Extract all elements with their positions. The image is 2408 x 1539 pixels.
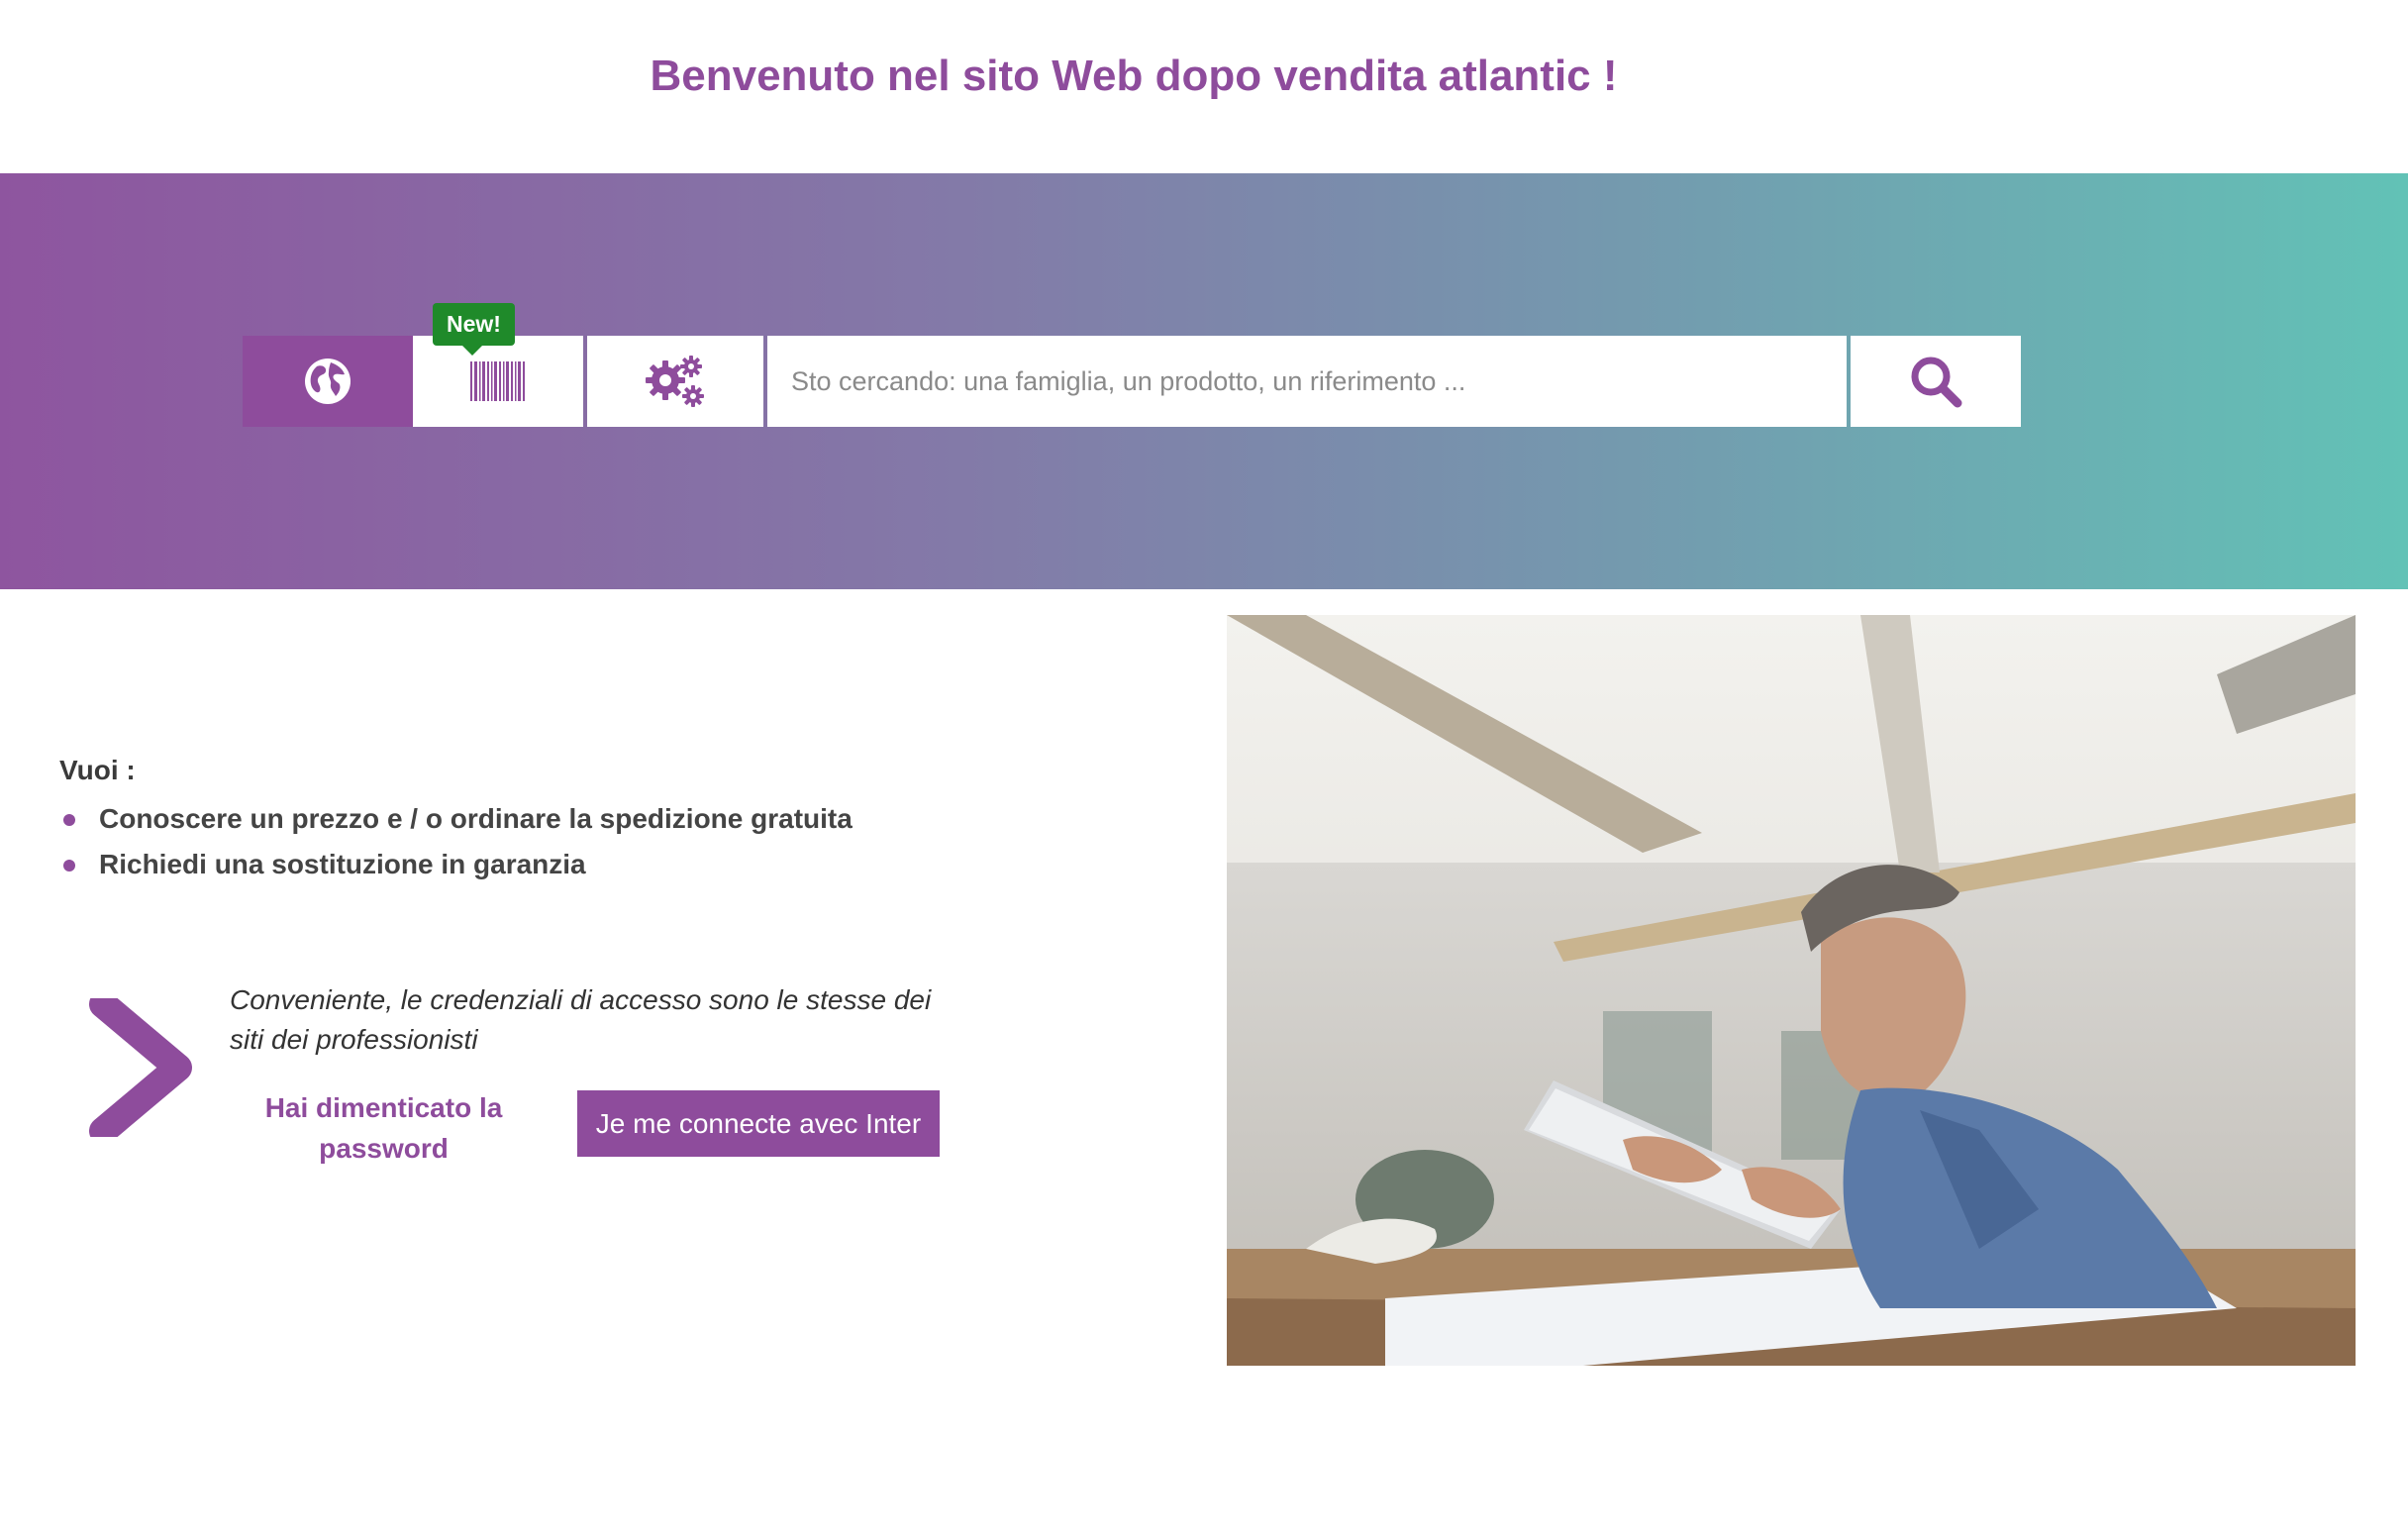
forgot-password-link[interactable]: Hai dimenticato la password bbox=[248, 1087, 520, 1169]
intro-section: Vuoi : Conoscere un prezzo e / o ordinar… bbox=[59, 755, 1149, 887]
search-input[interactable] bbox=[767, 336, 1847, 427]
globe-icon bbox=[305, 359, 351, 404]
login-block: Conveniente, le credenziali di accesso s… bbox=[89, 980, 1079, 1179]
photo-illustration bbox=[1227, 615, 2356, 1366]
gears-icon bbox=[646, 356, 704, 407]
login-note: Conveniente, le credenziali di accesso s… bbox=[230, 984, 932, 1055]
intro-label: Vuoi : bbox=[59, 755, 136, 785]
search-icon bbox=[1911, 357, 1962, 408]
new-badge: New! bbox=[433, 303, 515, 356]
list-item: Richiedi una sostituzione in garanzia bbox=[59, 842, 1149, 887]
connect-button[interactable]: Je me connecte avec Inter bbox=[577, 1090, 940, 1157]
chevron-right-icon bbox=[89, 998, 192, 1137]
search-bar: New! bbox=[243, 303, 2027, 427]
page: Benvenuto nel sito Web dopo vendita atla… bbox=[0, 0, 2408, 1539]
search-field bbox=[767, 336, 1847, 427]
tab-globe[interactable] bbox=[243, 336, 413, 427]
list-item: Conoscere un prezzo e / o ordinare la sp… bbox=[59, 796, 1149, 842]
intro-list: Conoscere un prezzo e / o ordinare la sp… bbox=[59, 796, 1149, 887]
barcode-icon bbox=[470, 361, 525, 401]
hero-photo bbox=[1227, 615, 2356, 1366]
tab-barcode[interactable]: New! bbox=[413, 303, 583, 427]
hero-band: New! bbox=[0, 173, 2408, 589]
tab-gears[interactable] bbox=[587, 336, 763, 427]
search-button[interactable] bbox=[1851, 336, 2021, 427]
page-title: Benvenuto nel sito Web dopo vendita atla… bbox=[650, 51, 1618, 100]
